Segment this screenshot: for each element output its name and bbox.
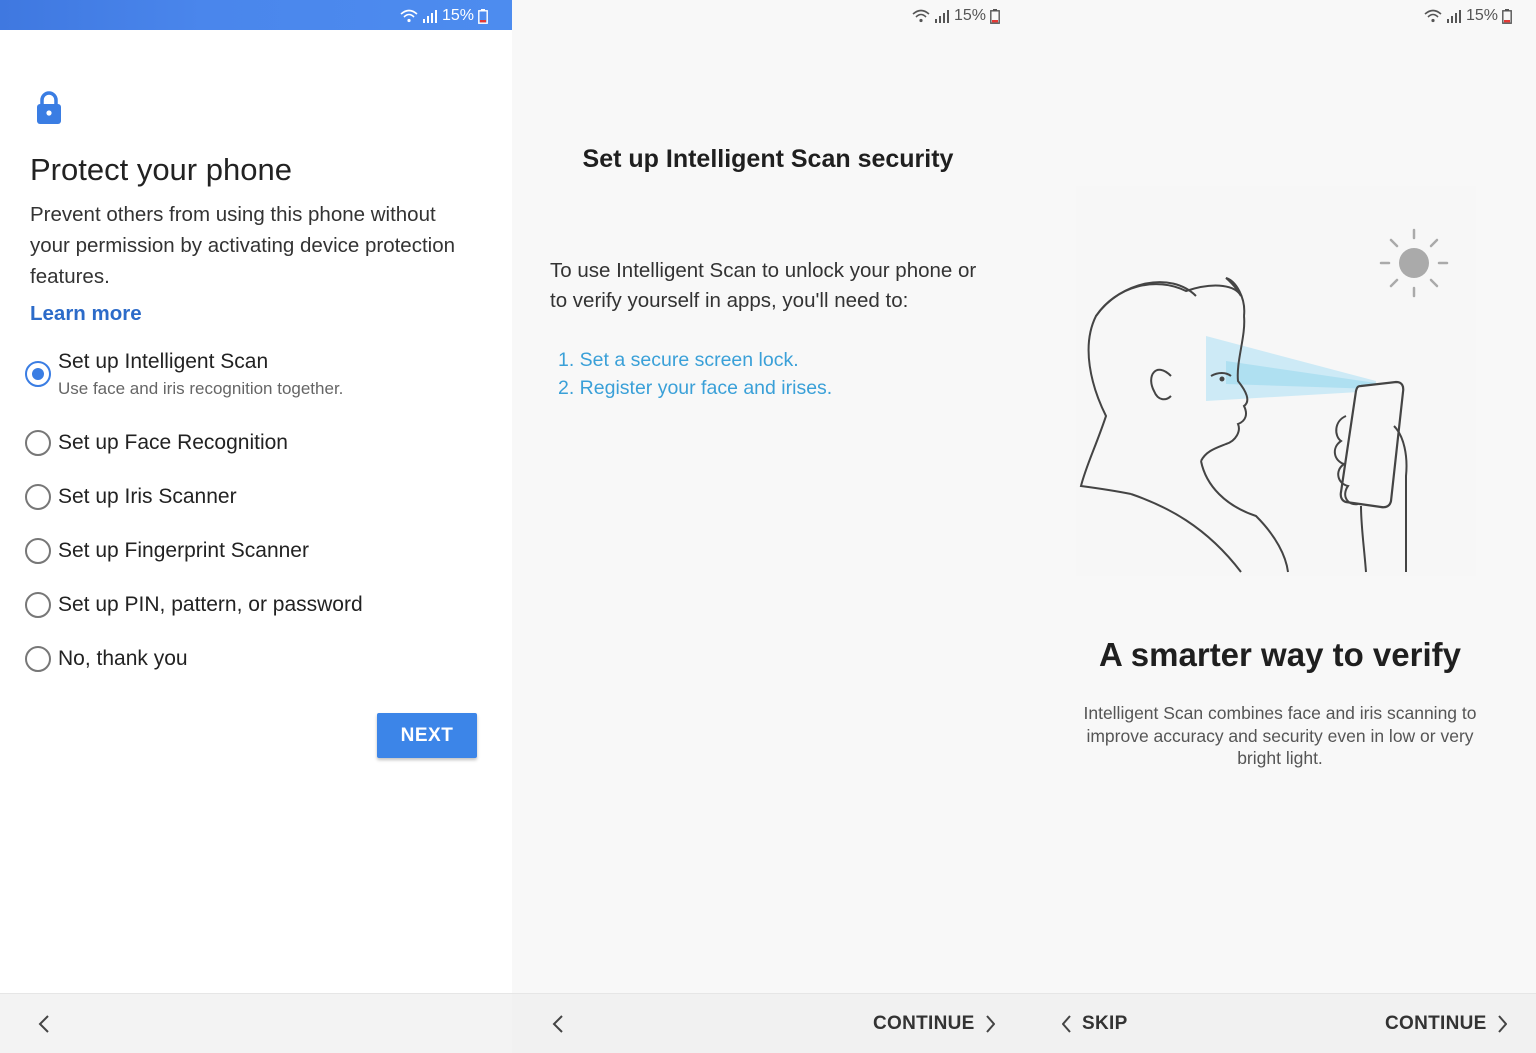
signal-icon [934, 10, 949, 23]
option-label: Set up Face Recognition [58, 431, 288, 454]
learn-more-link[interactable]: Learn more [30, 302, 142, 326]
option-no-thank-you[interactable]: No, thank you [25, 646, 188, 672]
lock-icon [37, 91, 61, 124]
radio-button[interactable] [25, 592, 51, 618]
step-item[interactable]: 1. Set a secure screen lock. [558, 346, 832, 374]
option-intelligent-scan[interactable]: Set up Intelligent Scan Use face and iri… [25, 349, 343, 399]
bottom-nav-bar: CONTINUE [512, 993, 1024, 1053]
page-title: A smarter way to verify [1099, 636, 1461, 673]
back-icon [1062, 1015, 1071, 1033]
wifi-icon [1424, 9, 1442, 23]
skip-label: SKIP [1082, 1013, 1128, 1034]
battery-percent: 15% [1465, 7, 1498, 24]
page-title: Protect your phone [30, 152, 292, 187]
battery-icon [990, 8, 1000, 24]
sun-icon [1379, 228, 1449, 298]
option-pin-pattern-password[interactable]: Set up PIN, pattern, or password [25, 592, 363, 618]
page-title: Set up Intelligent Scan security [582, 145, 954, 173]
screen-intelligent-scan-setup: 15% Set up Intelligent Scan security To … [512, 0, 1024, 1053]
screen-smarter-verify: 15% A smarter way to verify Intelligent … [1024, 0, 1536, 1053]
radio-button[interactable] [25, 538, 51, 564]
battery-icon [478, 8, 488, 24]
radio-button[interactable] [25, 430, 51, 456]
chevron-right-icon [1497, 1015, 1507, 1033]
back-button[interactable] [30, 1010, 58, 1038]
battery-percent: 15% [441, 7, 474, 24]
next-button[interactable]: NEXT [377, 713, 477, 758]
signal-icon [422, 10, 437, 23]
continue-button[interactable]: CONTINUE [873, 1010, 995, 1038]
option-fingerprint-scanner[interactable]: Set up Fingerprint Scanner [25, 538, 309, 564]
status-bar: 15% [512, 0, 1024, 30]
signal-icon [1446, 10, 1461, 23]
back-icon [38, 1015, 49, 1033]
option-label: No, thank you [58, 647, 188, 670]
radio-button[interactable] [25, 646, 51, 672]
page-description: To use Intelligent Scan to unlock your p… [550, 259, 977, 312]
continue-button[interactable]: CONTINUE [1385, 1010, 1507, 1038]
wifi-icon [912, 9, 930, 23]
steps-list: 1. Set a secure screen lock. 2. Register… [558, 346, 832, 402]
option-label: Set up Fingerprint Scanner [58, 539, 309, 562]
step-item[interactable]: 2. Register your face and irises. [558, 374, 832, 402]
option-label: Set up PIN, pattern, or password [58, 593, 363, 616]
status-bar: 15% [0, 0, 512, 30]
bottom-nav-bar [0, 993, 512, 1053]
status-bar: 15% [1024, 0, 1536, 30]
face-scan-illustration [1076, 186, 1476, 576]
option-label: Set up Iris Scanner [58, 485, 237, 508]
option-label: Set up Intelligent Scan [58, 350, 269, 373]
wifi-icon [400, 9, 418, 23]
battery-percent: 15% [953, 7, 986, 24]
option-sublabel: Use face and iris recognition together. [58, 379, 344, 398]
back-icon [552, 1015, 563, 1033]
continue-label: CONTINUE [1385, 1013, 1487, 1034]
screen-protect-phone: 15% Protect your phone Prevent others fr… [0, 0, 512, 1053]
battery-icon [1502, 8, 1512, 24]
back-button[interactable] [544, 1010, 572, 1038]
bottom-nav-bar: SKIP CONTINUE [1024, 993, 1536, 1053]
skip-button[interactable]: SKIP [1062, 1010, 1128, 1038]
radio-button-selected[interactable] [25, 361, 51, 387]
continue-label: CONTINUE [873, 1013, 975, 1034]
option-iris-scanner[interactable]: Set up Iris Scanner [25, 484, 237, 510]
page-description: Intelligent Scan combines face and iris … [1083, 703, 1477, 768]
chevron-right-icon [985, 1015, 995, 1033]
page-description: Prevent others from using this phone wit… [30, 203, 456, 288]
radio-button[interactable] [25, 484, 51, 510]
option-face-recognition[interactable]: Set up Face Recognition [25, 430, 288, 456]
